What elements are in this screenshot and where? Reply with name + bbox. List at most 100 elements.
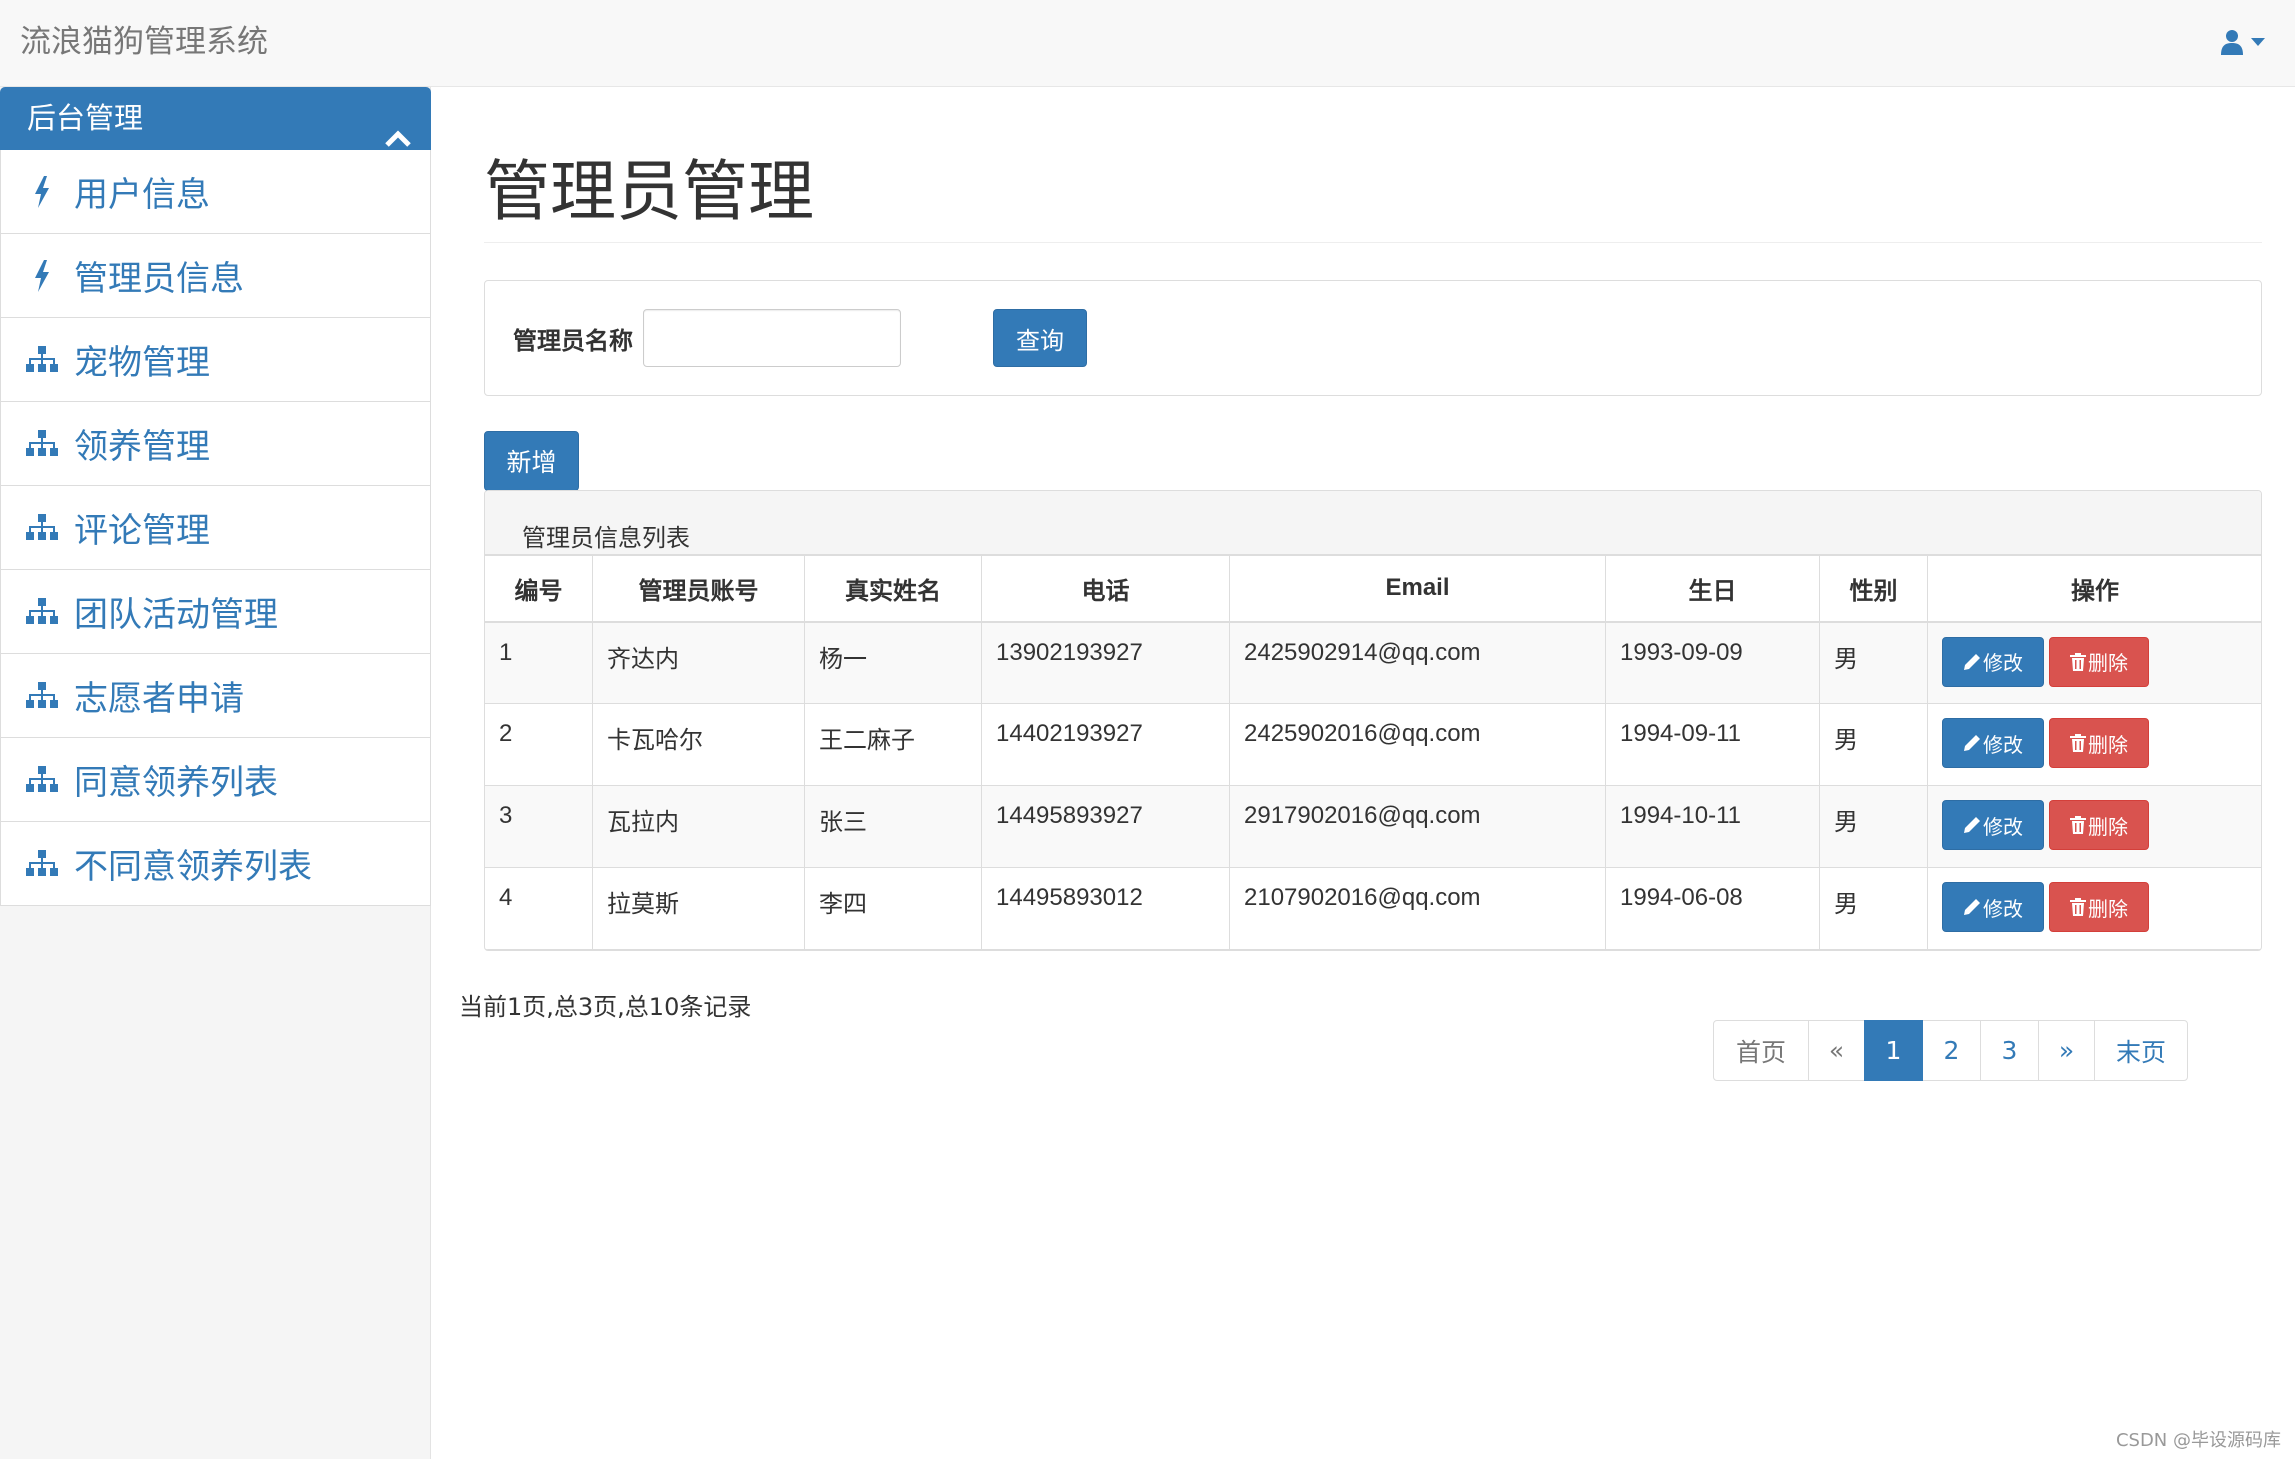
pagination-next[interactable]: »: [2038, 1020, 2095, 1081]
pagination-page-2[interactable]: 2: [1922, 1020, 1981, 1081]
page-title: 管理员管理: [484, 153, 814, 230]
user-menu[interactable]: [2221, 26, 2265, 58]
sitemap-icon: [26, 848, 58, 880]
cell-gender: 男: [1819, 703, 1928, 786]
cell-birthday: 1993-09-09: [1605, 621, 1820, 704]
sitemap-icon: [26, 596, 58, 628]
sidebar-item-label: 团队活动管理: [74, 595, 278, 635]
sidebar-item-label: 志愿者申请: [74, 679, 244, 719]
cell-id: 2: [485, 703, 593, 786]
sidebar-menu: 用户信息 管理员信息 宠物管理 领养管理 评论管理 团队活动管理 志愿者申请 同…: [0, 150, 431, 906]
cell-gender: 男: [1819, 785, 1928, 868]
pagination-page-1[interactable]: 1: [1864, 1020, 1923, 1081]
cell-phone: 13902193927: [981, 621, 1230, 704]
cell-real-name: 杨一: [804, 621, 982, 704]
cell-id: 4: [485, 867, 593, 950]
sidebar: 后台管理 用户信息 管理员信息 宠物管理 领养管理 评论管理 团队活动管理 志愿…: [0, 87, 431, 1459]
trash-icon: [2070, 734, 2086, 752]
flash-icon: [26, 259, 58, 292]
sidebar-item-label: 不同意领养列表: [74, 847, 312, 887]
cell-gender: 男: [1819, 867, 1928, 950]
sidebar-item-pet-management[interactable]: 宠物管理: [0, 318, 431, 402]
delete-button[interactable]: 删除: [2049, 882, 2149, 932]
cell-account: 卡瓦哈尔: [592, 703, 805, 786]
sidebar-item-label: 宠物管理: [74, 343, 210, 383]
watermark: CSDN @毕设源码库: [2115, 1430, 2281, 1451]
cell-id: 1: [485, 621, 593, 704]
sitemap-icon: [26, 680, 58, 712]
query-button[interactable]: 查询: [993, 309, 1087, 367]
cell-birthday: 1994-09-11: [1605, 703, 1820, 786]
delete-button[interactable]: 删除: [2049, 718, 2149, 768]
sidebar-item-adoption-management[interactable]: 领养管理: [0, 402, 431, 486]
edit-button[interactable]: 修改: [1942, 636, 2044, 687]
cell-real-name: 张三: [804, 785, 982, 868]
sidebar-item-approved-adoptions[interactable]: 同意领养列表: [0, 738, 431, 822]
delete-button[interactable]: 删除: [2049, 800, 2149, 850]
sidebar-panel-header[interactable]: 后台管理: [0, 87, 431, 150]
admin-table: 编号 管理员账号 真实姓名 电话 Email 生日 性别 操作 1 齐达内 杨一…: [485, 555, 2261, 950]
app-title[interactable]: 流浪猫狗管理系统: [20, 20, 268, 64]
sidebar-item-volunteer-application[interactable]: 志愿者申请: [0, 654, 431, 738]
column-header-email: Email: [1229, 555, 1606, 623]
sidebar-item-rejected-adoptions[interactable]: 不同意领养列表: [0, 822, 431, 906]
edit-button[interactable]: 修改: [1942, 800, 2044, 850]
pencil-icon: [1964, 653, 1980, 670]
sidebar-item-label: 管理员信息: [74, 259, 244, 299]
sidebar-item-comment-management[interactable]: 评论管理: [0, 486, 431, 570]
delete-label: 删除: [2088, 814, 2128, 839]
cell-birthday: 1994-10-11: [1605, 785, 1820, 868]
sidebar-item-admin-info[interactable]: 管理员信息: [0, 234, 431, 318]
cell-id: 3: [485, 785, 593, 868]
cell-phone: 14495893927: [981, 785, 1230, 868]
trash-icon: [2070, 652, 2086, 671]
title-divider: [484, 242, 2262, 243]
sitemap-icon: [26, 344, 58, 376]
pencil-icon: [1964, 817, 1980, 833]
search-panel: 管理员名称 查询: [484, 280, 2262, 396]
top-navbar: 流浪猫狗管理系统: [0, 0, 2295, 87]
trash-icon: [2070, 898, 2086, 916]
column-header-id: 编号: [485, 555, 593, 623]
trash-icon: [2070, 816, 2086, 834]
edit-label: 修改: [1983, 814, 2023, 839]
sidebar-item-user-info[interactable]: 用户信息: [0, 150, 431, 234]
column-header-gender: 性别: [1819, 555, 1928, 623]
delete-button[interactable]: 删除: [2049, 636, 2149, 687]
edit-button[interactable]: 修改: [1942, 882, 2044, 932]
pagination-prev[interactable]: «: [1808, 1020, 1865, 1081]
table-row: 3 瓦拉内 张三 14495893927 2917902016@qq.com 1…: [485, 785, 2261, 868]
admin-table-panel: 管理员信息列表 编号 管理员账号 真实姓名 电话 Email 生日 性别 操作 …: [484, 490, 2262, 951]
sitemap-icon: [26, 428, 58, 460]
cell-email: 2107902016@qq.com: [1229, 867, 1606, 950]
edit-label: 修改: [1983, 732, 2023, 757]
user-icon: [2221, 29, 2243, 55]
cell-email: 2425902016@qq.com: [1229, 703, 1606, 786]
table-row: 4 拉莫斯 李四 14495893012 2107902016@qq.com 1…: [485, 867, 2261, 950]
sidebar-item-team-activity[interactable]: 团队活动管理: [0, 570, 431, 654]
pencil-icon: [1964, 899, 1980, 915]
delete-label: 删除: [2088, 896, 2128, 921]
search-label: 管理员名称: [513, 327, 633, 355]
cell-email: 2425902914@qq.com: [1229, 621, 1606, 704]
column-header-actions: 操作: [1927, 555, 2261, 623]
sidebar-item-label: 评论管理: [74, 511, 210, 551]
edit-button[interactable]: 修改: [1942, 718, 2044, 768]
edit-label: 修改: [1983, 651, 2023, 675]
cell-real-name: 王二麻子: [804, 703, 982, 786]
cell-account: 拉莫斯: [592, 867, 805, 950]
caret-down-icon: [2251, 37, 2265, 47]
pagination-page-3[interactable]: 3: [1980, 1020, 2039, 1081]
sitemap-icon: [26, 512, 58, 544]
delete-label: 删除: [2088, 732, 2128, 757]
admin-name-search-input[interactable]: [643, 309, 901, 367]
cell-gender: 男: [1819, 621, 1928, 704]
cell-phone: 14495893012: [981, 867, 1230, 950]
pagination-last[interactable]: 末页: [2094, 1020, 2188, 1081]
pagination-first[interactable]: 首页: [1713, 1020, 1809, 1081]
sidebar-item-label: 用户信息: [74, 175, 210, 215]
cell-actions: 修改 删除: [1927, 703, 2261, 786]
cell-actions: 修改 删除: [1927, 785, 2261, 868]
table-header-row: 编号 管理员账号 真实姓名 电话 Email 生日 性别 操作: [485, 555, 2261, 623]
add-button[interactable]: 新增: [484, 431, 579, 491]
